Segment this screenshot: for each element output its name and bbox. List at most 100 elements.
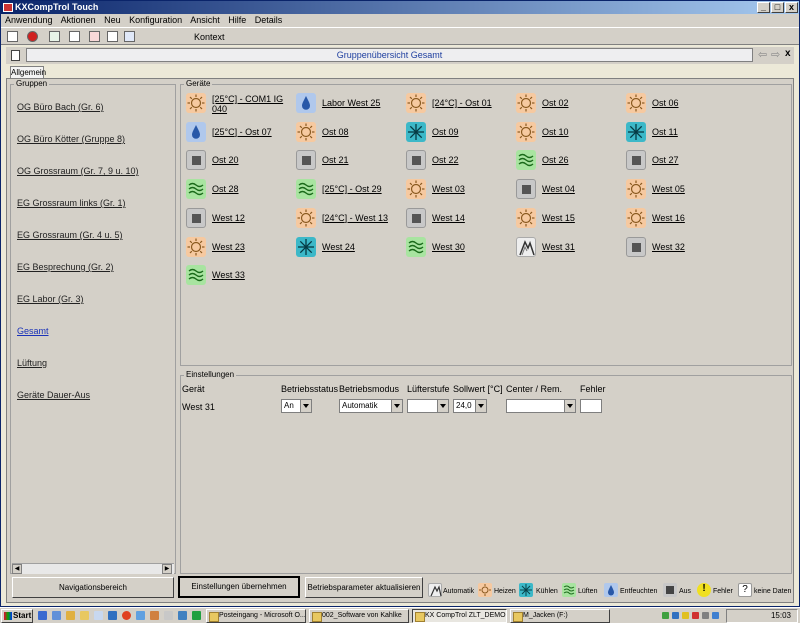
device-tile[interactable]: Ost 10 xyxy=(516,121,622,148)
chart-icon[interactable] xyxy=(89,31,100,42)
sun-icon[interactable] xyxy=(516,207,536,228)
fan-icon[interactable] xyxy=(516,150,536,171)
task-comptrol[interactable]: KX CompTrol ZLT_DEMO xyxy=(412,609,507,623)
panel-icon[interactable] xyxy=(7,31,18,42)
device-tile[interactable]: Ost 21 xyxy=(296,150,402,176)
menu-details[interactable]: Details xyxy=(255,15,283,25)
device-tile[interactable]: [25°C] - COM1 IG 040 xyxy=(186,93,292,119)
device-label[interactable]: Ost 27 xyxy=(652,155,679,165)
droplet-icon[interactable] xyxy=(296,93,316,113)
device-tile[interactable]: West 30 xyxy=(406,236,512,263)
group-link[interactable]: Geräte Dauer-Aus xyxy=(17,390,90,400)
table-icon[interactable] xyxy=(107,31,118,42)
fan-icon[interactable] xyxy=(186,265,206,286)
device-tile[interactable]: West 15 xyxy=(516,207,622,234)
snowflake-icon[interactable] xyxy=(626,121,646,142)
device-tile[interactable]: Ost 20 xyxy=(186,150,292,176)
start-button[interactable]: Start xyxy=(1,609,33,623)
app-icon[interactable] xyxy=(192,611,201,620)
device-tile[interactable]: Ost 22 xyxy=(406,150,512,176)
stop-icon[interactable] xyxy=(27,31,38,42)
update-parameters-button[interactable]: Betriebsparameter aktualisieren xyxy=(305,577,423,598)
scroll-left-icon[interactable]: ◀ xyxy=(12,564,22,574)
sun-icon[interactable] xyxy=(296,207,316,228)
device-label[interactable]: [25°C] - Ost 07 xyxy=(212,127,272,137)
sun-icon[interactable] xyxy=(296,121,316,142)
sun-icon[interactable] xyxy=(626,207,646,228)
fan-level-select[interactable] xyxy=(407,399,449,413)
tray-icon[interactable] xyxy=(692,612,699,619)
device-label[interactable]: West 03 xyxy=(432,184,465,194)
explorer-icon[interactable] xyxy=(52,611,61,620)
device-tile[interactable]: Ost 02 xyxy=(516,93,622,119)
device-label[interactable]: [25°C] - COM1 IG 040 xyxy=(212,94,288,114)
device-label[interactable]: West 24 xyxy=(322,242,355,252)
device-label[interactable]: Ost 02 xyxy=(542,98,569,108)
device-tile[interactable]: West 14 xyxy=(406,207,512,234)
off-icon[interactable] xyxy=(406,207,426,228)
scroll-right-icon[interactable]: ▶ xyxy=(162,564,172,574)
close-view-icon[interactable]: x xyxy=(785,48,791,59)
device-label[interactable]: [25°C] - Ost 29 xyxy=(322,184,382,194)
device-tile[interactable]: West 03 xyxy=(406,179,512,205)
device-label[interactable]: West 15 xyxy=(542,213,575,223)
device-label[interactable]: West 04 xyxy=(542,184,575,194)
device-label[interactable]: West 23 xyxy=(212,242,245,252)
device-label[interactable]: [24°C] - West 13 xyxy=(322,213,388,223)
group-link[interactable]: OG Büro Kötter (Gruppe 8) xyxy=(17,134,125,144)
device-tile[interactable]: West 05 xyxy=(626,179,732,205)
device-label[interactable]: Ost 22 xyxy=(432,155,459,165)
menu-hilfe[interactable]: Hilfe xyxy=(228,15,246,25)
device-tile[interactable]: Ost 27 xyxy=(626,150,732,176)
sun-icon[interactable] xyxy=(406,179,426,200)
title-bar[interactable]: KXCompTrol Touch _ □ x xyxy=(1,1,799,14)
device-tile[interactable]: [25°C] - Ost 29 xyxy=(296,179,402,205)
app-icon[interactable] xyxy=(136,611,145,620)
media-icon[interactable] xyxy=(122,611,131,620)
sun-icon[interactable] xyxy=(626,93,646,113)
device-tile[interactable]: West 24 xyxy=(296,236,402,263)
device-label[interactable]: Ost 06 xyxy=(652,98,679,108)
device-tile[interactable]: West 12 xyxy=(186,207,292,234)
group-link[interactable]: OG Büro Bach (Gr. 6) xyxy=(17,102,104,112)
device-tile[interactable]: West 04 xyxy=(516,179,622,205)
device-tile[interactable]: West 33 xyxy=(186,265,292,291)
device-tile[interactable]: Ost 26 xyxy=(516,150,622,176)
device-tile[interactable]: West 32 xyxy=(626,236,732,263)
group-link[interactable]: Gesamt xyxy=(17,326,49,336)
status-select[interactable]: An xyxy=(281,399,312,413)
device-label[interactable]: West 05 xyxy=(652,184,685,194)
sun-icon[interactable] xyxy=(406,93,426,113)
close-button[interactable]: x xyxy=(785,2,798,13)
device-tile[interactable]: Ost 06 xyxy=(626,93,732,119)
sun-icon[interactable] xyxy=(186,236,206,257)
setpoint-select[interactable]: 24,0 xyxy=(453,399,487,413)
off-icon[interactable] xyxy=(186,150,206,171)
desktop-icon[interactable] xyxy=(38,611,47,620)
fan-icon[interactable] xyxy=(186,179,206,200)
device-label[interactable]: Ost 08 xyxy=(322,127,349,137)
device-label[interactable]: [24°C] - Ost 01 xyxy=(432,98,492,108)
device-tile[interactable]: [25°C] - Ost 07 xyxy=(186,121,292,148)
device-label[interactable]: West 32 xyxy=(652,242,685,252)
device-tile[interactable]: [24°C] - West 13 xyxy=(296,207,402,234)
group-link[interactable]: OG Grossraum (Gr. 7, 9 u. 10) xyxy=(17,166,139,176)
device-tile[interactable]: West 31 xyxy=(516,236,622,263)
browser-icon[interactable] xyxy=(108,611,117,620)
sun-icon[interactable] xyxy=(516,93,536,113)
group-link[interactable]: EG Labor (Gr. 3) xyxy=(17,294,84,304)
minimize-button[interactable]: _ xyxy=(757,2,770,13)
maximize-button[interactable]: □ xyxy=(771,2,784,13)
forward-arrow-icon[interactable]: ⇨ xyxy=(771,48,780,61)
device-label[interactable]: Ost 09 xyxy=(432,127,459,137)
menu-neu[interactable]: Neu xyxy=(104,15,121,25)
task-drive-f[interactable]: M_Jacken (F:) xyxy=(510,609,610,623)
folder-icon[interactable] xyxy=(66,611,75,620)
mail-icon[interactable] xyxy=(94,611,103,620)
device-tile[interactable]: Labor West 25 xyxy=(296,93,402,119)
device-label[interactable]: Ost 10 xyxy=(542,127,569,137)
context-label[interactable]: Kontext xyxy=(194,32,225,42)
automatic-icon[interactable] xyxy=(516,236,536,257)
task-folder-software[interactable]: 002_Software von Kahlke xyxy=(309,609,409,623)
fan-icon[interactable] xyxy=(406,236,426,257)
